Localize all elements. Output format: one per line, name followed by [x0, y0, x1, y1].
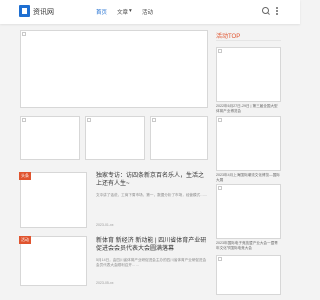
post-tag: 头条 — [19, 172, 31, 180]
hero-banner-image[interactable] — [20, 30, 208, 108]
sidebar-item-image[interactable] — [216, 184, 281, 239]
post-meta: 2023-05-xx — [96, 281, 114, 285]
sidebar-item-image[interactable] — [216, 255, 281, 295]
site-name[interactable]: 资讯网 — [33, 7, 54, 17]
sidebar-item-text[interactable]: 2022年6月27日-29日 | 第三届全国大型体育产业博览会 — [216, 104, 281, 114]
nav-home[interactable]: 首页 — [96, 8, 107, 16]
sidebar-divider — [216, 40, 281, 41]
sidebar-item-image[interactable] — [216, 47, 281, 102]
post-excerpt: 文中讲了话说，工商下周市场，第一，数据分析了市场，经营模式…… — [96, 193, 208, 197]
sidebar-item-text[interactable]: 2023年4月上海国际潮流文化博览—国际大展 — [216, 173, 281, 183]
featured-image-1[interactable] — [20, 116, 80, 160]
top-navigation-bar: 资讯网 首页 文章 ▾ 活动 — [0, 0, 300, 24]
post-tag: 活动 — [19, 236, 31, 244]
chevron-down-icon[interactable]: ▾ — [129, 8, 132, 14]
search-icon[interactable] — [262, 7, 269, 14]
site-logo-icon[interactable] — [19, 5, 30, 17]
post-title[interactable]: 独家专访：访四条新京百名乐人，生活之上还有人生~ — [96, 172, 208, 188]
nav-articles[interactable]: 文章 — [117, 8, 128, 16]
sidebar-title: 活动TOP — [216, 34, 241, 40]
featured-image-3[interactable] — [150, 116, 208, 160]
sidebar-item-text[interactable]: 2023年国际电子竞技暨产业大会一暨青年文化节国际电竞大会 — [216, 241, 281, 251]
nav-events[interactable]: 活动 — [142, 8, 153, 16]
post-excerpt: 5月14日，由四川省体育产业研促进会主办的四川省体育产业研促进会会员代表大会顺利… — [96, 258, 207, 267]
post-thumbnail[interactable] — [20, 172, 87, 228]
post-title[interactable]: 新体育 新经济 新动能 | 四川省体育产业研促进会会员代表大会圆满落幕 — [96, 237, 208, 253]
featured-image-2[interactable] — [85, 116, 145, 160]
sidebar-item-image[interactable] — [216, 116, 281, 171]
more-menu-icon[interactable] — [276, 7, 278, 16]
post-meta: 2023-01-xx — [96, 223, 114, 227]
